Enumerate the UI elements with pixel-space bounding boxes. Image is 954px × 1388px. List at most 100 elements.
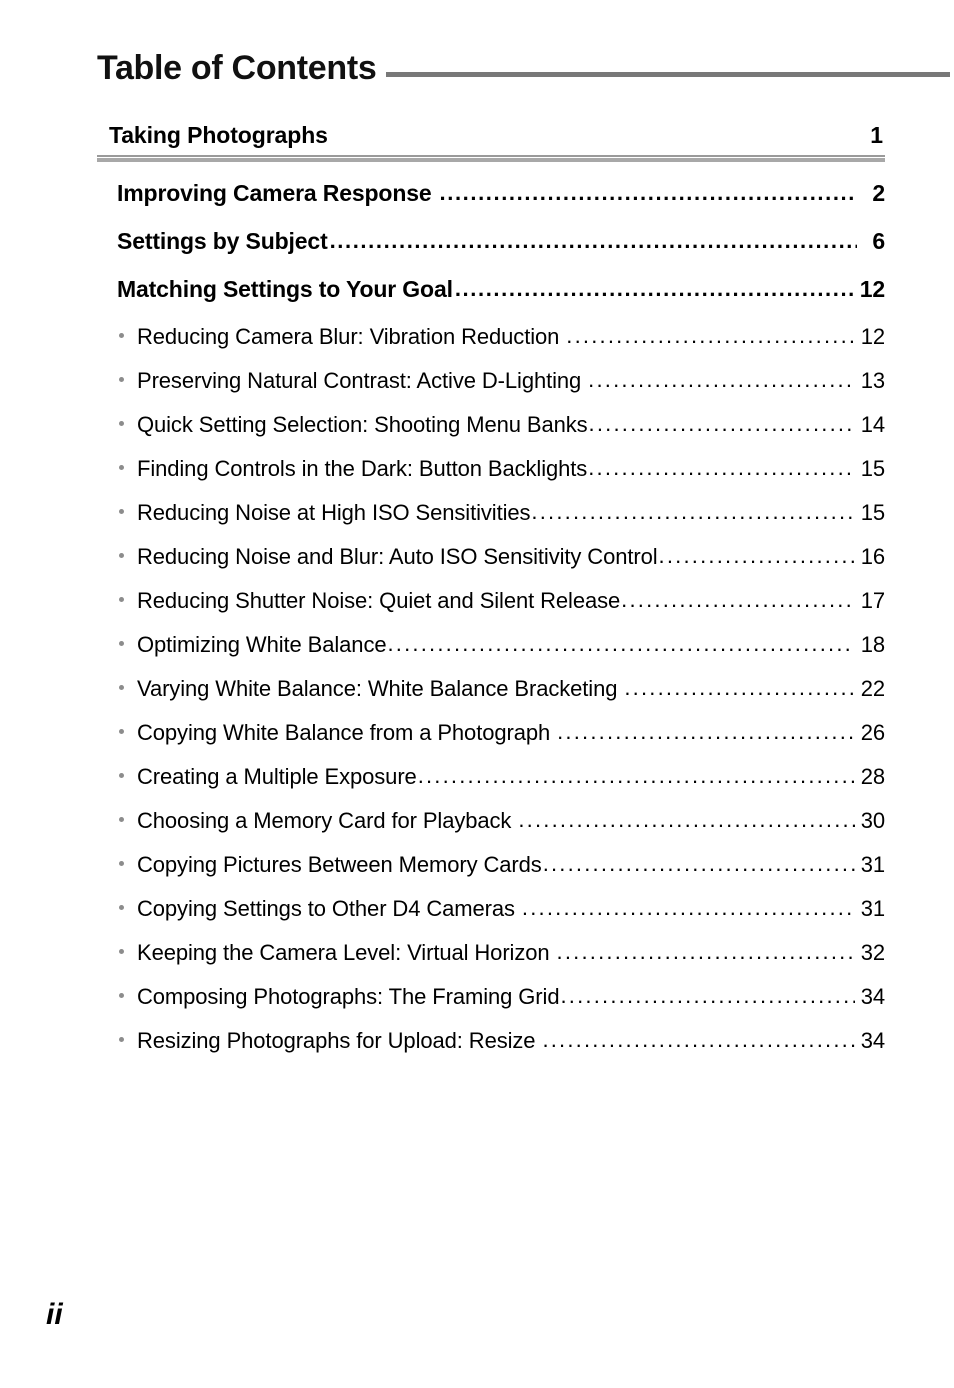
dot-leader: ........................................… <box>658 544 855 568</box>
toc-entry[interactable]: Reducing Shutter Noise: Quiet and Silent… <box>97 588 885 632</box>
bullet-icon <box>119 1037 124 1042</box>
toc-entry[interactable]: Finding Controls in the Dark: Button Bac… <box>97 456 885 500</box>
bullet-icon <box>119 861 124 866</box>
toc-entry-page-number: 30 <box>860 808 885 833</box>
toc-entry-label: Keeping the Camera Level: Virtual Horizo… <box>137 940 550 965</box>
toc-entry-label: Varying White Balance: White Balance Bra… <box>137 676 618 701</box>
toc-entry[interactable]: Quick Setting Selection: Shooting Menu B… <box>97 412 885 456</box>
toc-entry[interactable]: Copying Settings to Other D4 Cameras....… <box>97 896 885 940</box>
toc-entry-page-number: 13 <box>860 368 885 393</box>
dot-leader: ........................................… <box>624 676 854 700</box>
toc-entry-label: Quick Setting Selection: Shooting Menu B… <box>137 412 588 437</box>
dot-leader: ........................................… <box>329 228 857 253</box>
toc-entry-label: Optimizing White Balance <box>137 632 387 657</box>
toc-entry[interactable]: Creating a Multiple Exposure............… <box>97 764 885 808</box>
toc-entry-label: Finding Controls in the Dark: Button Bac… <box>137 456 588 481</box>
toc-entry[interactable]: Reducing Camera Blur: Vibration Reductio… <box>97 324 885 368</box>
toc-entry[interactable]: Improving Camera Response...............… <box>97 180 885 228</box>
bullet-icon <box>119 905 124 910</box>
bullet-icon <box>119 729 124 734</box>
bullet-icon <box>119 333 124 338</box>
header-rule <box>386 71 950 77</box>
toc-entry[interactable]: Copying White Balance from a Photograph.… <box>97 720 885 764</box>
bullet-icon <box>119 597 124 602</box>
toc-entry-page-number: 18 <box>860 632 885 657</box>
toc-entry[interactable]: Choosing a Memory Card for Playback.....… <box>97 808 885 852</box>
toc-entry-page-number: 17 <box>860 588 885 613</box>
toc-entry-label: Matching Settings to Your Goal <box>117 276 453 302</box>
toc-entry-label: Composing Photographs: The Framing Grid <box>137 984 560 1009</box>
toc-entry-page-number: 22 <box>860 676 885 701</box>
toc-entry-page-number: 6 <box>872 228 885 254</box>
bullet-icon <box>119 685 124 690</box>
section-page-number: 1 <box>870 122 883 148</box>
toc-entry[interactable]: Copying Pictures Between Memory Cards...… <box>97 852 885 896</box>
toc-entry-label: Reducing Camera Blur: Vibration Reductio… <box>137 324 560 349</box>
section-rule-thin <box>97 155 885 157</box>
bullet-icon <box>119 773 124 778</box>
toc-entry[interactable]: Optimizing White Balance................… <box>97 632 885 676</box>
toc-entry-label: Creating a Multiple Exposure <box>137 764 417 789</box>
toc-entry-page-number: 34 <box>860 984 885 1009</box>
section-taking-photographs: Taking Photographs 1 <box>97 122 885 162</box>
dot-leader: ........................................… <box>387 632 854 656</box>
toc-entry-page-number: 14 <box>860 412 885 437</box>
section-heading-row[interactable]: Taking Photographs 1 <box>97 122 885 149</box>
dot-leader: ........................................… <box>531 500 854 524</box>
toc-entry-label: Resizing Photographs for Upload: Resize <box>137 1028 536 1053</box>
dot-leader: ........................................… <box>518 808 855 832</box>
dot-leader: ........................................… <box>454 276 854 301</box>
bullet-icon <box>119 641 124 646</box>
page-title: Table of Contents <box>97 49 377 87</box>
dot-leader: ........................................… <box>556 940 855 964</box>
toc-entry[interactable]: Varying White Balance: White Balance Bra… <box>97 676 885 720</box>
toc-entry[interactable]: Preserving Natural Contrast: Active D-Li… <box>97 368 885 412</box>
toc-entry[interactable]: Matching Settings to Your Goal..........… <box>97 276 885 324</box>
toc-entry[interactable]: Resizing Photographs for Upload: Resize.… <box>97 1028 885 1072</box>
dot-leader: ........................................… <box>542 1028 855 1052</box>
toc-entry-label: Choosing a Memory Card for Playback <box>137 808 512 833</box>
toc-entry-label: Copying Settings to Other D4 Cameras <box>137 896 515 921</box>
toc-entry-label: Reducing Noise at High ISO Sensitivities <box>137 500 531 525</box>
bullet-icon <box>119 421 124 426</box>
toc-entry-page-number: 28 <box>860 764 885 789</box>
bullet-icon <box>119 817 124 822</box>
toc-entry-page-number: 15 <box>860 500 885 525</box>
dot-leader: ........................................… <box>588 368 855 392</box>
bullet-icon <box>119 377 124 382</box>
toc-entry-label: Settings by Subject <box>117 228 328 254</box>
bullet-icon <box>119 949 124 954</box>
dot-leader: ........................................… <box>566 324 854 348</box>
dot-leader: ........................................… <box>588 456 855 480</box>
toc-entry-page-number: 16 <box>860 544 885 569</box>
folio-page-number: ii <box>46 1298 63 1331</box>
toc-entry[interactable]: Keeping the Camera Level: Virtual Horizo… <box>97 940 885 984</box>
bullet-icon <box>119 509 124 514</box>
bullet-icon <box>119 465 124 470</box>
dot-leader: ........................................… <box>542 852 855 876</box>
toc-entry-label: Reducing Noise and Blur: Auto ISO Sensit… <box>137 544 658 569</box>
section-rule-thick <box>97 158 885 162</box>
toc-entry-label: Reducing Shutter Noise: Quiet and Silent… <box>137 588 621 613</box>
dot-leader: ........................................… <box>439 180 857 205</box>
toc-entry-page-number: 12 <box>860 324 885 349</box>
dot-leader: ........................................… <box>521 896 855 920</box>
dot-leader: ........................................… <box>417 764 855 788</box>
toc-entry[interactable]: Composing Photographs: The Framing Grid.… <box>97 984 885 1028</box>
toc-entry[interactable]: Reducing Noise and Blur: Auto ISO Sensit… <box>97 544 885 588</box>
dot-leader: ........................................… <box>588 412 855 436</box>
toc-entry-page-number: 32 <box>860 940 885 965</box>
toc-entry-page-number: 26 <box>860 720 885 745</box>
toc-entry-page-number: 34 <box>860 1028 885 1053</box>
toc-entry-page-number: 31 <box>860 896 885 921</box>
toc-entry[interactable]: Settings by Subject.....................… <box>97 228 885 276</box>
bullet-icon <box>119 993 124 998</box>
bullet-icon <box>119 553 124 558</box>
toc-entry[interactable]: Reducing Noise at High ISO Sensitivities… <box>97 500 885 544</box>
toc-entry-label: Copying Pictures Between Memory Cards <box>137 852 542 877</box>
toc-entry-page-number: 12 <box>859 276 885 302</box>
toc-entry-label: Copying White Balance from a Photograph <box>137 720 551 745</box>
dot-leader: ........................................… <box>560 984 854 1008</box>
dot-leader: ........................................… <box>621 588 855 612</box>
toc-entry-page-number: 31 <box>860 852 885 877</box>
